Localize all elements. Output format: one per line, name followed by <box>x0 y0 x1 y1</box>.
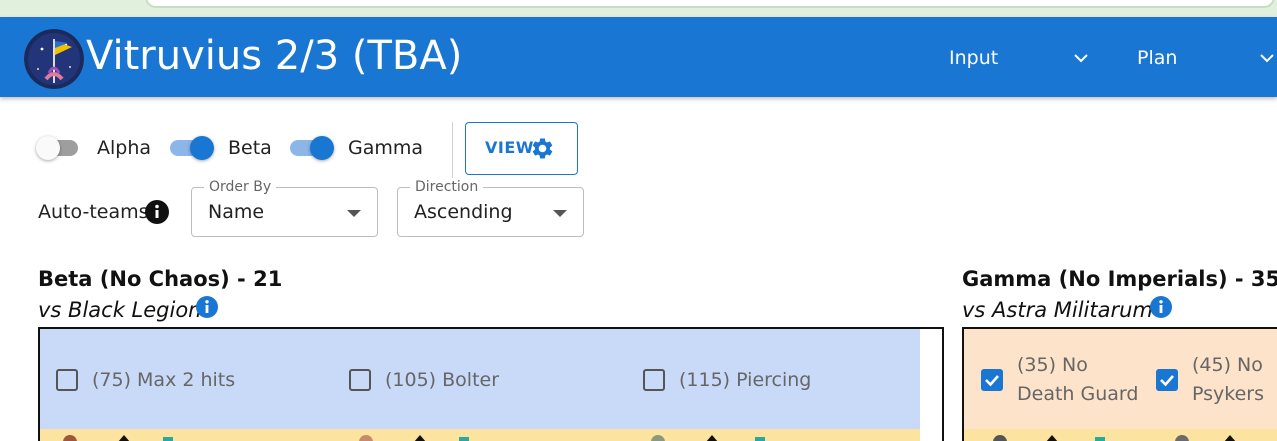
filter-checkbox[interactable] <box>56 369 78 391</box>
rank-icon <box>414 435 426 441</box>
checkmark-icon <box>985 375 999 387</box>
toggle-thumb <box>310 136 334 160</box>
unit-portrait-icon <box>651 435 665 441</box>
unit-portrait-icon <box>993 435 1007 441</box>
unit-portrait-icon <box>1175 435 1189 441</box>
team-gamma-panel: (35) No Death Guard (45) No Psykers <box>962 327 1277 441</box>
team-gamma-vs: vs Astra Militarum <box>962 298 1153 322</box>
filter-label-line1: (35) No <box>1017 354 1088 376</box>
chevron-down-icon <box>1260 54 1274 63</box>
dropdown-caret-icon <box>347 210 361 217</box>
checkmark-icon <box>1160 375 1174 387</box>
order-by-legend: Order By <box>204 178 277 196</box>
info-icon[interactable] <box>1149 295 1173 319</box>
view-button-label: VIEW <box>485 138 534 157</box>
rank-icon <box>118 435 130 441</box>
order-by-select[interactable]: Order By Name <box>191 178 378 237</box>
toggle-gamma-label: Gamma <box>348 137 424 159</box>
auto-teams-label: Auto-teams <box>38 201 149 223</box>
team-beta-vs: vs Black Legion <box>38 298 202 322</box>
address-bar[interactable] <box>145 0 1275 8</box>
ability-icon <box>163 437 173 441</box>
nav-menu-input[interactable]: Input <box>949 41 1099 75</box>
toggle-alpha-label: Alpha <box>97 137 152 159</box>
view-button[interactable]: VIEW <box>465 122 578 175</box>
nav-menu-plan-label: Plan <box>1137 47 1178 69</box>
toggle-thumb <box>190 136 214 160</box>
team-beta-title: Beta (No Chaos) - 21 <box>38 267 283 291</box>
ability-icon <box>459 437 469 441</box>
info-icon[interactable] <box>144 199 170 225</box>
nav-menu-input-label: Input <box>949 47 999 69</box>
ability-icon <box>755 437 765 441</box>
filter-checkbox[interactable] <box>643 369 665 391</box>
team-beta-panel: (75) Max 2 hits (105) Bolter (115) Pierc… <box>38 327 944 441</box>
team-gamma-title: Gamma (No Imperials) - 35 <box>962 267 1277 291</box>
toggle-beta-label: Beta <box>228 137 272 159</box>
rank-icon <box>706 435 718 441</box>
gear-icon <box>532 138 553 159</box>
filter-label: (105) Bolter <box>385 369 500 391</box>
toggle-thumb <box>36 136 60 160</box>
toggle-alpha[interactable] <box>36 136 82 160</box>
filter-label: (75) Max 2 hits <box>92 369 236 391</box>
chevron-down-icon <box>1074 54 1088 63</box>
app-logo-icon <box>24 29 84 89</box>
direction-select[interactable]: Direction Ascending <box>397 178 584 237</box>
browser-top-strip <box>0 0 1277 17</box>
ability-icon <box>1095 437 1105 441</box>
filter-label-line2: Death Guard <box>1017 383 1139 405</box>
filter-checkbox[interactable] <box>349 369 371 391</box>
dropdown-caret-icon <box>553 210 567 217</box>
toggle-beta[interactable] <box>168 136 214 160</box>
order-by-value: Name <box>208 201 265 223</box>
unit-portrait-icon <box>63 435 77 441</box>
app-bar: Vitruvius 2/3 (TBA) Input Plan <box>0 17 1277 97</box>
toggle-gamma[interactable] <box>288 136 334 160</box>
app-title: Vitruvius 2/3 (TBA) <box>86 33 463 79</box>
toolbar-divider <box>452 122 453 178</box>
filter-label: (115) Piercing <box>679 369 812 391</box>
filter-checkbox-checked[interactable] <box>981 369 1003 391</box>
direction-value: Ascending <box>414 201 513 223</box>
filter-checkbox-checked[interactable] <box>1156 369 1178 391</box>
rank-icon <box>1046 435 1058 441</box>
filter-label-line1: (45) No <box>1192 354 1263 376</box>
info-icon[interactable] <box>195 295 219 319</box>
unit-portrait-icon <box>359 435 373 441</box>
direction-legend: Direction <box>410 178 484 196</box>
rank-icon <box>1224 435 1236 441</box>
filter-label-line2: Psykers <box>1192 383 1264 405</box>
nav-menu-plan[interactable]: Plan <box>1137 41 1277 75</box>
